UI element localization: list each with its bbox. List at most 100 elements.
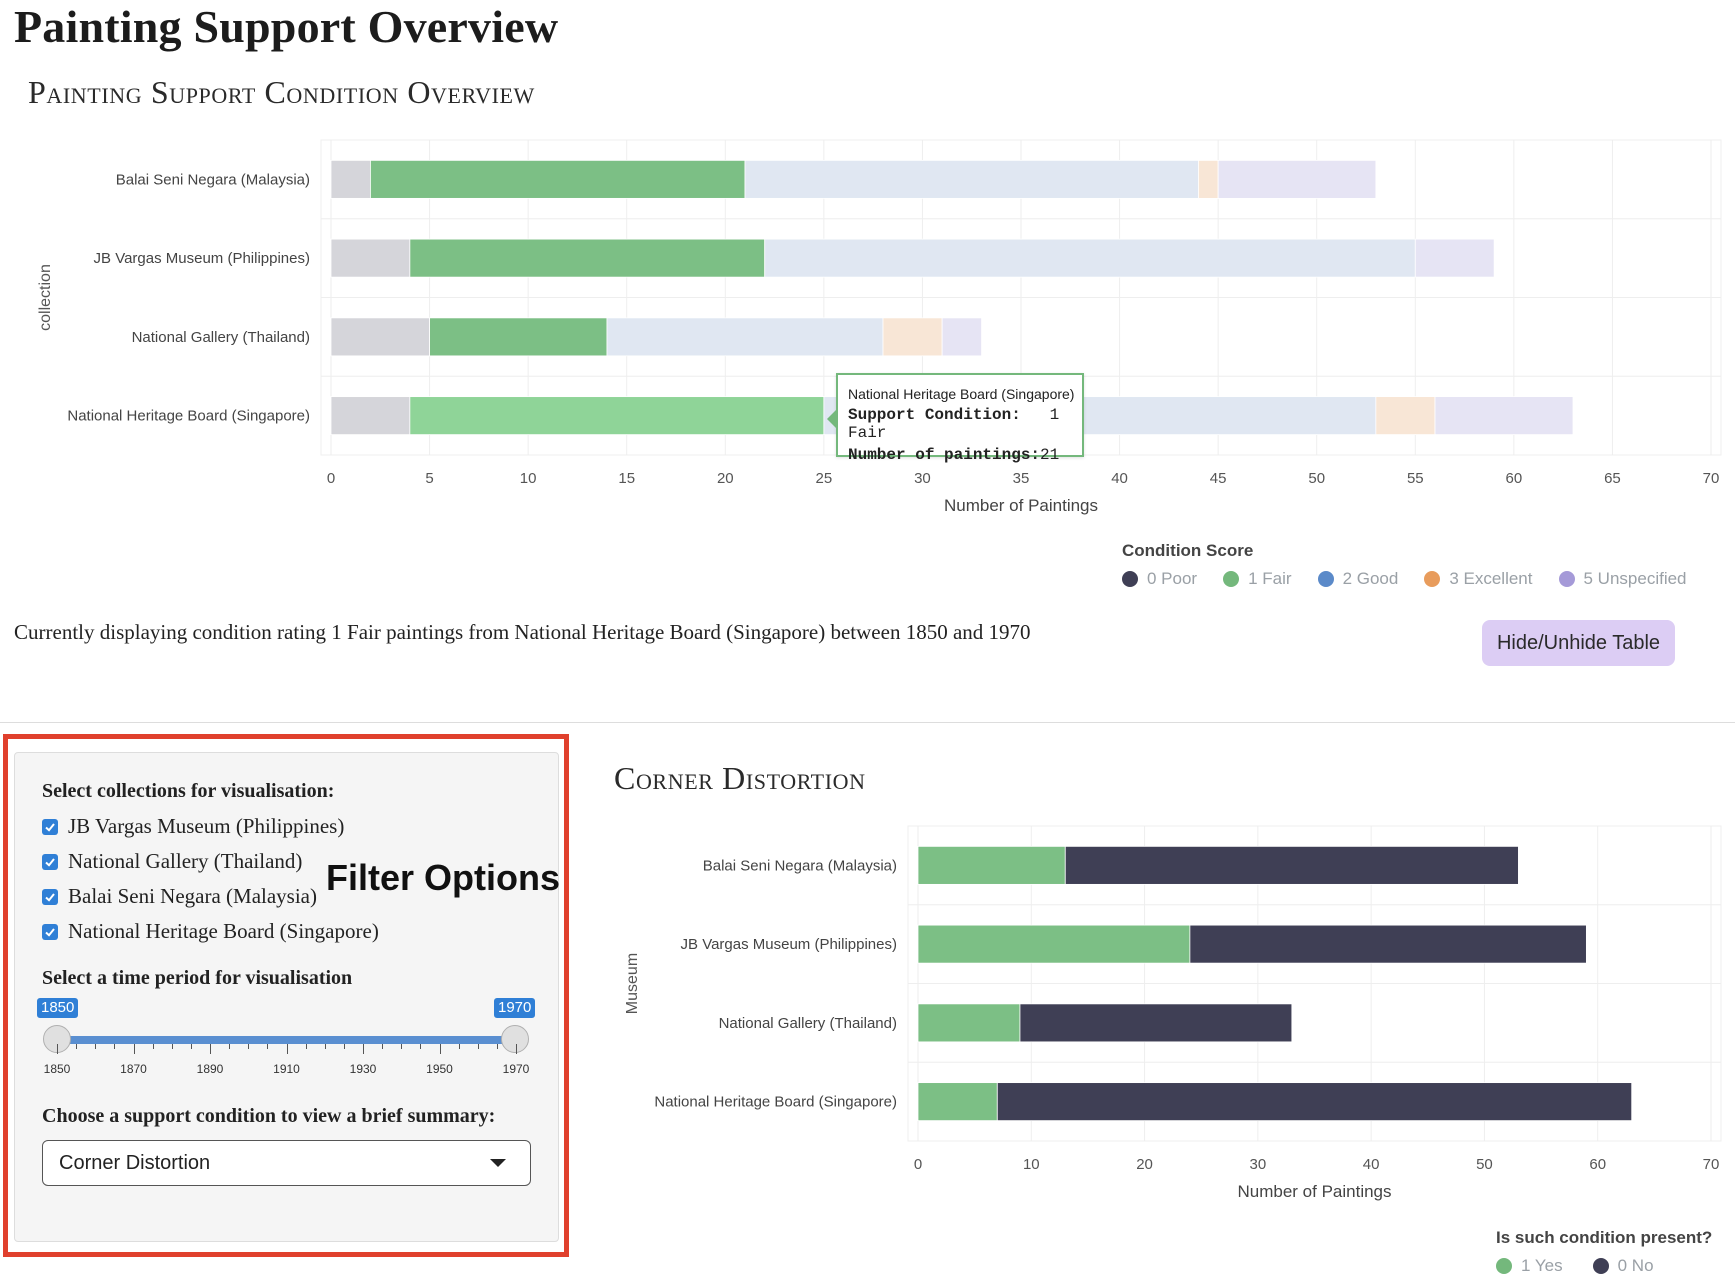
y-axis-title: Museum	[624, 953, 641, 1014]
section-divider	[0, 722, 1735, 723]
legend-item-fair[interactable]: 1 Fair	[1223, 569, 1292, 589]
year-range-slider[interactable]: 1850 1970 1850 1870 1890 1910 1930 1950 1970	[37, 998, 540, 1078]
slider-track[interactable]	[57, 1036, 516, 1044]
checkbox-checked-icon[interactable]	[42, 853, 58, 870]
bar-segment	[1217, 159, 1377, 199]
collection-checkbox-row[interactable]: Balai Seni Negara (Malaysia)	[42, 884, 317, 909]
slider-tick	[420, 1044, 422, 1049]
bar-segment	[330, 317, 430, 357]
x-axis-title: Number of Paintings	[1237, 1182, 1391, 1201]
status-text: Currently displaying condition rating 1 …	[14, 620, 1031, 644]
y-tick-label: Balai Seni Negara (Malaysia)	[116, 171, 310, 188]
plot-area	[907, 825, 1722, 1142]
bar-segment	[917, 1003, 1021, 1043]
collections-label: Select collections for visualisation:	[42, 780, 335, 802]
bar-segment	[330, 396, 411, 436]
bar-segment	[1434, 396, 1574, 436]
bar-segment	[330, 159, 371, 199]
slider-tick	[171, 1044, 173, 1049]
legend-label: 3 Excellent	[1449, 569, 1533, 588]
legend-item-poor[interactable]: 0 Poor	[1122, 569, 1197, 589]
slider-tick	[267, 1044, 269, 1049]
bar-segment	[941, 317, 982, 357]
x-tick-label: 70	[1703, 1156, 1720, 1173]
y-tick-label: JB Vargas Museum (Philippines)	[681, 936, 897, 953]
bar-segment	[917, 1082, 998, 1122]
slider-tick	[133, 1044, 135, 1054]
bar-segment	[330, 238, 411, 278]
y-tick-label: National Heritage Board (Singapore)	[654, 1094, 897, 1111]
legend-item-unspecified[interactable]: 5 Unspecified	[1558, 569, 1687, 589]
checkbox-checked-icon[interactable]	[42, 818, 58, 835]
chart2-title: Corner Distortion	[614, 760, 866, 796]
hide-unhide-table-button[interactable]: Hide/Unhide Table	[1482, 620, 1675, 666]
y-tick-label: National Heritage Board (Singapore)	[67, 408, 310, 425]
slider-tick	[76, 1044, 78, 1049]
bar-segment	[764, 238, 1416, 278]
bar-segment	[1375, 396, 1436, 436]
bar-segment	[606, 317, 884, 357]
x-axis-title: Number of Paintings	[944, 496, 1098, 515]
bar-segment	[1189, 924, 1587, 964]
collection-label: JB Vargas Museum (Philippines)	[68, 814, 345, 838]
x-tick-label: 45	[1210, 470, 1227, 487]
slider-tick	[458, 1044, 460, 1049]
checkbox-checked-icon[interactable]	[42, 923, 58, 940]
chart-tooltip: National Heritage Board (Singapore) Supp…	[827, 373, 1084, 464]
slider-handle-to[interactable]	[501, 1025, 529, 1053]
legend-item-no[interactable]: 0 No	[1592, 1256, 1654, 1276]
tooltip-condition-row: Support Condition: 1 Fair	[848, 406, 1082, 442]
x-tick-label: 20	[1136, 1156, 1153, 1173]
x-tick-label: 35	[1013, 470, 1030, 487]
legend-title: Condition Score	[1122, 541, 1254, 560]
bar-segment	[882, 317, 943, 357]
collection-label: Balai Seni Negara (Malaysia)	[68, 884, 317, 908]
slider-tick	[401, 1044, 403, 1049]
x-tick-label: 25	[816, 470, 833, 487]
x-tick-label: 10	[1023, 1156, 1040, 1173]
tooltip-count-label: Number of paintings:	[848, 446, 1041, 464]
bar-segment	[409, 238, 766, 278]
filter-options-annotation: Filter Options	[326, 857, 560, 898]
bar-segment	[1019, 1003, 1293, 1043]
y-tick-label: Balai Seni Negara (Malaysia)	[703, 857, 897, 874]
x-tick-label: 40	[1363, 1156, 1380, 1173]
collection-checkbox-row[interactable]: National Gallery (Thailand)	[42, 849, 302, 874]
legend-item-excellent[interactable]: 3 Excellent	[1424, 569, 1533, 589]
support-condition-select[interactable]: Corner Distortion	[42, 1140, 531, 1186]
slider-tick	[286, 1044, 288, 1054]
y-tick-label: JB Vargas Museum (Philippines)	[94, 250, 310, 267]
x-tick-label: 40	[1111, 470, 1128, 487]
legend-dot-icon	[1592, 1258, 1609, 1274]
slider-tick-label: 1850	[43, 1062, 71, 1076]
collection-checkbox-row[interactable]: JB Vargas Museum (Philippines)	[42, 814, 344, 839]
legend-item-good[interactable]: 2 Good	[1317, 569, 1398, 589]
tooltip-condition-label: Support Condition:	[848, 406, 1021, 424]
legend-label: 1 Yes	[1521, 1256, 1563, 1275]
bar-segment	[1414, 238, 1495, 278]
bar-segment	[917, 924, 1191, 964]
slider-tick	[343, 1044, 345, 1049]
condition-legend: Condition Score 0 Poor 1 Fair 2 Good 3 E…	[1122, 541, 1687, 589]
legend-dot-icon	[1223, 571, 1240, 587]
support-condition-label: Choose a support condition to view a bri…	[42, 1105, 496, 1127]
legend-dot-icon	[1122, 571, 1138, 587]
legend-label: 0 No	[1617, 1256, 1654, 1275]
legend-label: 5 Unspecified	[1583, 569, 1687, 588]
collection-checkbox-row[interactable]: National Heritage Board (Singapore)	[42, 919, 379, 944]
legend-dot-icon	[1424, 571, 1441, 587]
slider-tick	[382, 1044, 384, 1049]
checkbox-checked-icon[interactable]	[42, 888, 58, 905]
slider-tick	[152, 1044, 154, 1049]
slider-from-badge: 1850	[37, 998, 79, 1018]
chevron-down-icon	[490, 1159, 506, 1167]
collection-label: National Gallery (Thailand)	[68, 849, 303, 873]
slider-tick-label: 1890	[196, 1062, 224, 1076]
x-tick-label: 30	[1250, 1156, 1267, 1173]
legend-item-yes[interactable]: 1 Yes	[1496, 1256, 1563, 1276]
slider-tick-label: 1950	[426, 1062, 453, 1076]
bar-segment	[996, 1082, 1633, 1122]
x-tick-label: 50	[1476, 1156, 1493, 1173]
slider-tick-label: 1870	[120, 1062, 147, 1076]
legend-dot-icon	[1558, 571, 1575, 587]
